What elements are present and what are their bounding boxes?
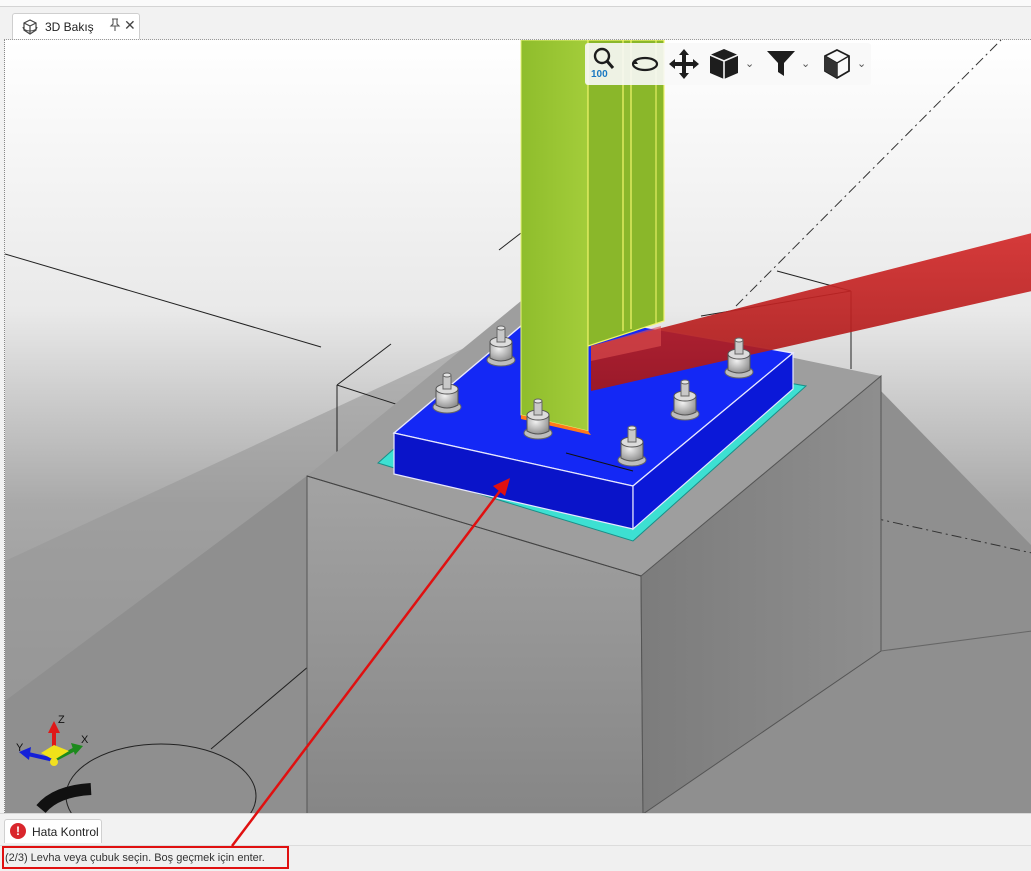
chevron-down-icon[interactable]: ⌄ bbox=[857, 57, 866, 70]
axis-y-label: Y bbox=[16, 742, 24, 754]
3d-scene[interactable] bbox=[5, 40, 1031, 813]
pan-button[interactable] bbox=[667, 47, 701, 81]
view-cube-button[interactable]: ⌄ bbox=[707, 47, 754, 81]
tab-error-check[interactable]: ! Hata Kontrol bbox=[4, 819, 102, 843]
view-3d-icon bbox=[21, 18, 39, 36]
pin-icon[interactable] bbox=[109, 18, 121, 32]
bottom-panel-tabs: ! Hata Kontrol bbox=[0, 813, 1031, 844]
document-tab-bar: 3D Bakış ✕ bbox=[0, 7, 1031, 39]
column-web bbox=[587, 40, 665, 347]
top-strip bbox=[0, 0, 1031, 7]
rotate-icon bbox=[629, 47, 661, 79]
column-flange-front bbox=[520, 40, 589, 432]
chevron-down-icon[interactable]: ⌄ bbox=[801, 57, 810, 70]
pan-icon bbox=[667, 47, 701, 81]
error-check-label: Hata Kontrol bbox=[32, 825, 99, 839]
chevron-down-icon[interactable]: ⌄ bbox=[745, 57, 754, 70]
error-icon: ! bbox=[10, 823, 26, 839]
axis-triad: Z Y X bbox=[16, 714, 89, 766]
tab-3d-view[interactable]: 3D Bakış ✕ bbox=[12, 13, 140, 39]
zoom-icon bbox=[589, 47, 625, 71]
3d-viewport[interactable]: 100 ⌄ ⌄ ⌄ Z Y X bbox=[4, 39, 1031, 813]
view-toolbar: 100 ⌄ ⌄ ⌄ bbox=[585, 43, 871, 85]
tab-title: 3D Bakış bbox=[45, 20, 94, 34]
axis-z-label: Z bbox=[58, 714, 65, 726]
zoom-value: 100 bbox=[591, 69, 608, 80]
render-mode-button[interactable]: ⌄ bbox=[821, 47, 867, 81]
close-icon[interactable]: ✕ bbox=[124, 17, 136, 34]
status-highlight-box bbox=[2, 846, 289, 869]
rotate-button[interactable] bbox=[629, 47, 661, 81]
zoom-button[interactable]: 100 bbox=[589, 47, 625, 81]
filter-button[interactable]: ⌄ bbox=[765, 47, 811, 81]
axis-x-label: X bbox=[81, 734, 89, 746]
